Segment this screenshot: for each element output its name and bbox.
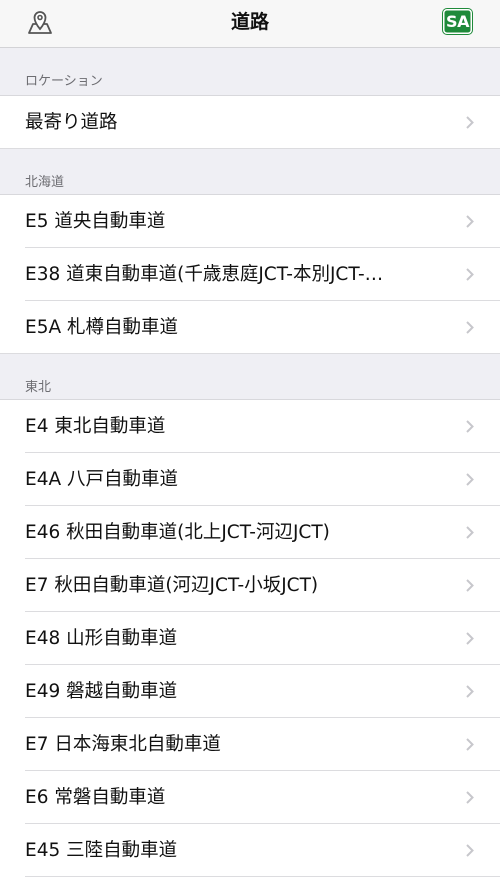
list-item-label: E4 東北自動車道 <box>25 416 166 437</box>
list-item-label: E38 道東自動車道(千歳恵庭JCT-本別JCT-… <box>25 264 384 285</box>
chevron-right-icon <box>466 579 474 592</box>
road-list: ロケーション 最寄り道路 北海道 E5 道央自動車道 E38 道東自動車道(千歳… <box>0 48 500 877</box>
list-item[interactable]: E5 道央自動車道 <box>0 195 500 248</box>
section-header-tohoku: 東北 <box>0 354 500 400</box>
list-item[interactable]: E46 秋田自動車道(北上JCT-河辺JCT) <box>0 506 500 559</box>
list-item-label: E45 三陸自動車道 <box>25 840 178 861</box>
list-item[interactable]: E38 道東自動車道(千歳恵庭JCT-本別JCT-… <box>0 248 500 301</box>
section-header-location: ロケーション <box>0 48 500 96</box>
list-item-label: 最寄り道路 <box>25 112 118 133</box>
list-item-label: E7 秋田自動車道(河辺JCT-小坂JCT) <box>25 575 319 596</box>
chevron-right-icon <box>466 526 474 539</box>
list-item[interactable]: E4A 八戸自動車道 <box>0 453 500 506</box>
list-item[interactable]: E5A 札樽自動車道 <box>0 301 500 354</box>
list-item[interactable]: E48 山形自動車道 <box>0 612 500 665</box>
chevron-right-icon <box>466 116 474 129</box>
page-title: 道路 <box>230 11 269 33</box>
list-item[interactable]: E7 秋田自動車道(河辺JCT-小坂JCT) <box>0 559 500 612</box>
list-item[interactable]: E7 日本海東北自動車道 <box>0 718 500 771</box>
chevron-right-icon <box>466 215 474 228</box>
list-item-label: E7 日本海東北自動車道 <box>25 734 221 755</box>
chevron-right-icon <box>466 685 474 698</box>
sa-button[interactable]: SA <box>443 9 472 34</box>
chevron-right-icon <box>466 473 474 486</box>
list-item[interactable]: E4 東北自動車道 <box>0 400 500 453</box>
list-item-label: E4A 八戸自動車道 <box>25 469 178 490</box>
list-item[interactable]: E49 磐越自動車道 <box>0 665 500 718</box>
navigation-bar: 道路 SA <box>0 0 500 48</box>
list-item-label: E6 常磐自動車道 <box>25 787 166 808</box>
chevron-right-icon <box>466 420 474 433</box>
chevron-right-icon <box>466 321 474 334</box>
list-item-label: E5 道央自動車道 <box>25 211 166 232</box>
section-header-hokkaido: 北海道 <box>0 149 500 195</box>
list-item-label: E5A 札樽自動車道 <box>25 317 178 338</box>
chevron-right-icon <box>466 844 474 857</box>
list-item[interactable]: E6 常磐自動車道 <box>0 771 500 824</box>
chevron-right-icon <box>466 738 474 751</box>
list-item[interactable]: E45 三陸自動車道 <box>0 824 500 877</box>
chevron-right-icon <box>466 632 474 645</box>
list-item-label: E48 山形自動車道 <box>25 628 178 649</box>
list-item-label: E49 磐越自動車道 <box>25 681 178 702</box>
list-item-label: E46 秋田自動車道(北上JCT-河辺JCT) <box>25 522 330 543</box>
list-item[interactable]: 最寄り道路 <box>0 96 500 149</box>
chevron-right-icon <box>466 791 474 804</box>
chevron-right-icon <box>466 268 474 281</box>
